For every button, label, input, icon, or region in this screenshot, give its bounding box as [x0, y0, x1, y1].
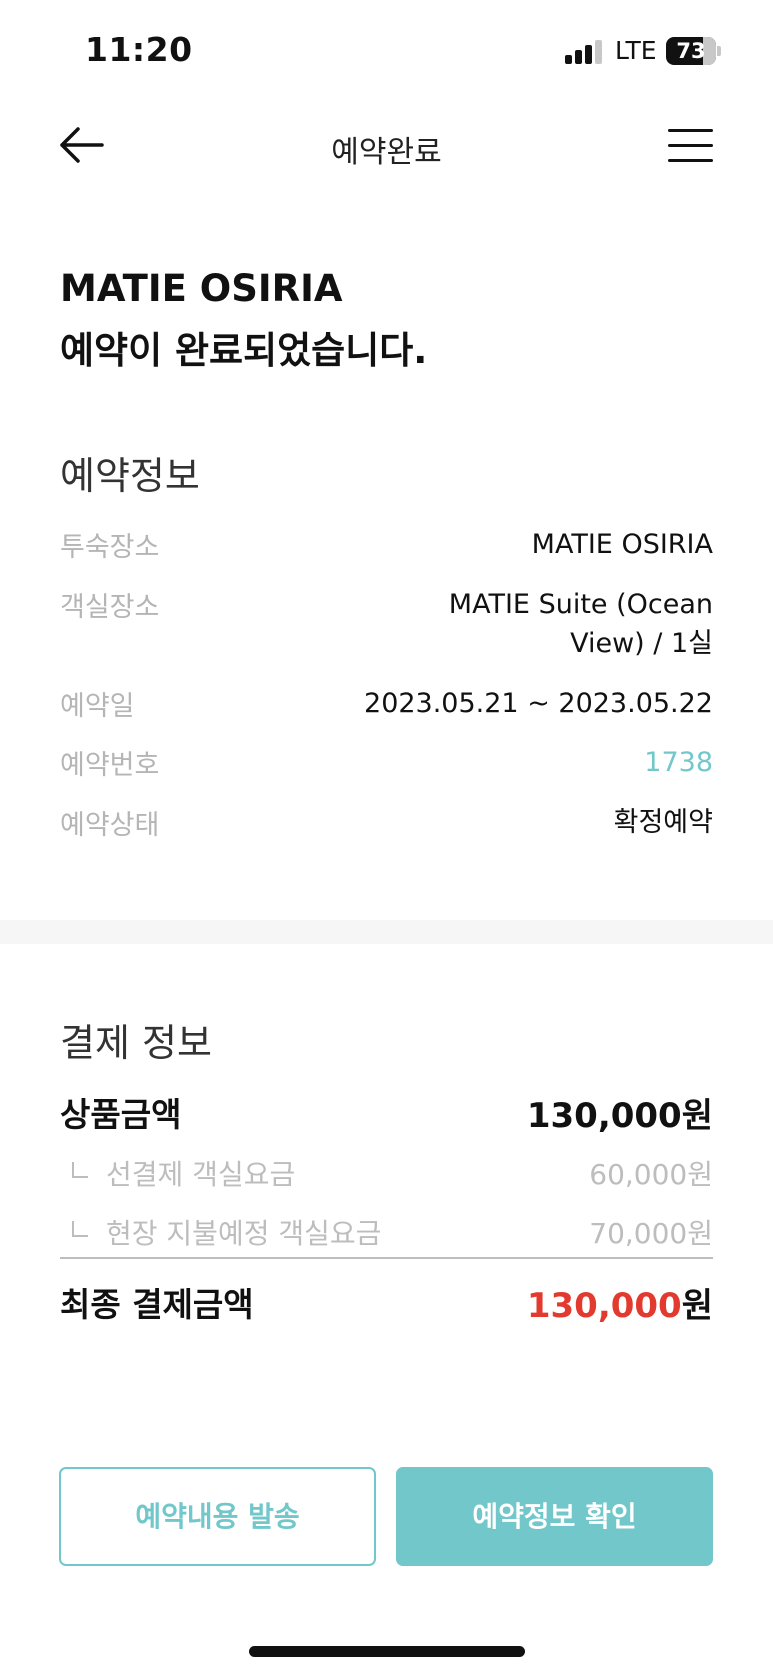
status-badge: 확정예약 [613, 807, 713, 838]
prepaid-label-text: 선결제 객실요금 [106, 1158, 296, 1191]
section-divider [0, 920, 773, 944]
info-value: 2023.05.21 ~ 2023.05.22 [364, 688, 713, 719]
home-indicator[interactable] [249, 1646, 525, 1657]
room-name-line1: MATIE Suite (Ocean [448, 589, 713, 620]
check-reservation-button[interactable]: 예약정보 확인 [396, 1467, 713, 1566]
payment-divider [60, 1257, 713, 1259]
info-label: 투숙장소 [60, 532, 160, 563]
headline-hotel-name: MATIE OSIRIA [60, 267, 343, 310]
headline-message: 예약이 완료되었습니다. [60, 329, 428, 372]
send-reservation-button[interactable]: 예약내용 발송 [59, 1467, 376, 1566]
product-amount-value: 130,000원 [526, 1096, 713, 1136]
network-type: LTE [615, 36, 657, 65]
battery-level: 73 [676, 39, 706, 63]
info-value: MATIE Suite (Ocean View) / 1실 [449, 585, 713, 663]
tree-branch-icon [72, 1221, 88, 1237]
info-label: 객실장소 [60, 592, 160, 623]
reservation-info-title: 예약정보 [60, 454, 200, 498]
onsite-label: 현장 지불예정 객실요금 [72, 1212, 381, 1252]
status-time: 11:20 [85, 30, 193, 69]
onsite-label-text: 현장 지불예정 객실요금 [106, 1217, 382, 1250]
final-amount-label: 최종 결제금액 [60, 1285, 254, 1324]
prepaid-label: 선결제 객실요금 [72, 1153, 295, 1193]
onsite-value: 70,000원 [589, 1217, 713, 1250]
prepaid-value: 60,000원 [589, 1158, 713, 1191]
reservation-number[interactable]: 1738 [644, 743, 713, 782]
info-label: 예약상태 [60, 810, 160, 841]
page-title: 예약완료 [331, 135, 442, 170]
info-value: MATIE OSIRIA [531, 529, 713, 560]
final-amount-number: 130,000 [526, 1286, 682, 1326]
battery-cap [717, 46, 721, 56]
product-amount-label: 상품금액 [60, 1095, 182, 1134]
battery-icon: 73 [666, 37, 716, 65]
final-amount-unit: 원 [681, 1286, 713, 1326]
tree-branch-icon [72, 1162, 88, 1178]
status-bar: 11:20 LTE 73 [0, 0, 773, 100]
nav-bar: 예약완료 [0, 105, 773, 187]
final-amount-value: 130,000원 [527, 1278, 713, 1327]
info-label: 예약일 [60, 691, 135, 722]
cellular-signal-icon [565, 40, 605, 64]
completion-headline: MATIE OSIRIA 예약이 완료되었습니다. [60, 258, 427, 382]
info-label: 예약번호 [60, 750, 160, 781]
payment-info-title: 결제 정보 [60, 1021, 212, 1065]
hamburger-menu-icon[interactable] [668, 129, 713, 163]
room-name-line2: View) / 1실 [570, 628, 713, 659]
